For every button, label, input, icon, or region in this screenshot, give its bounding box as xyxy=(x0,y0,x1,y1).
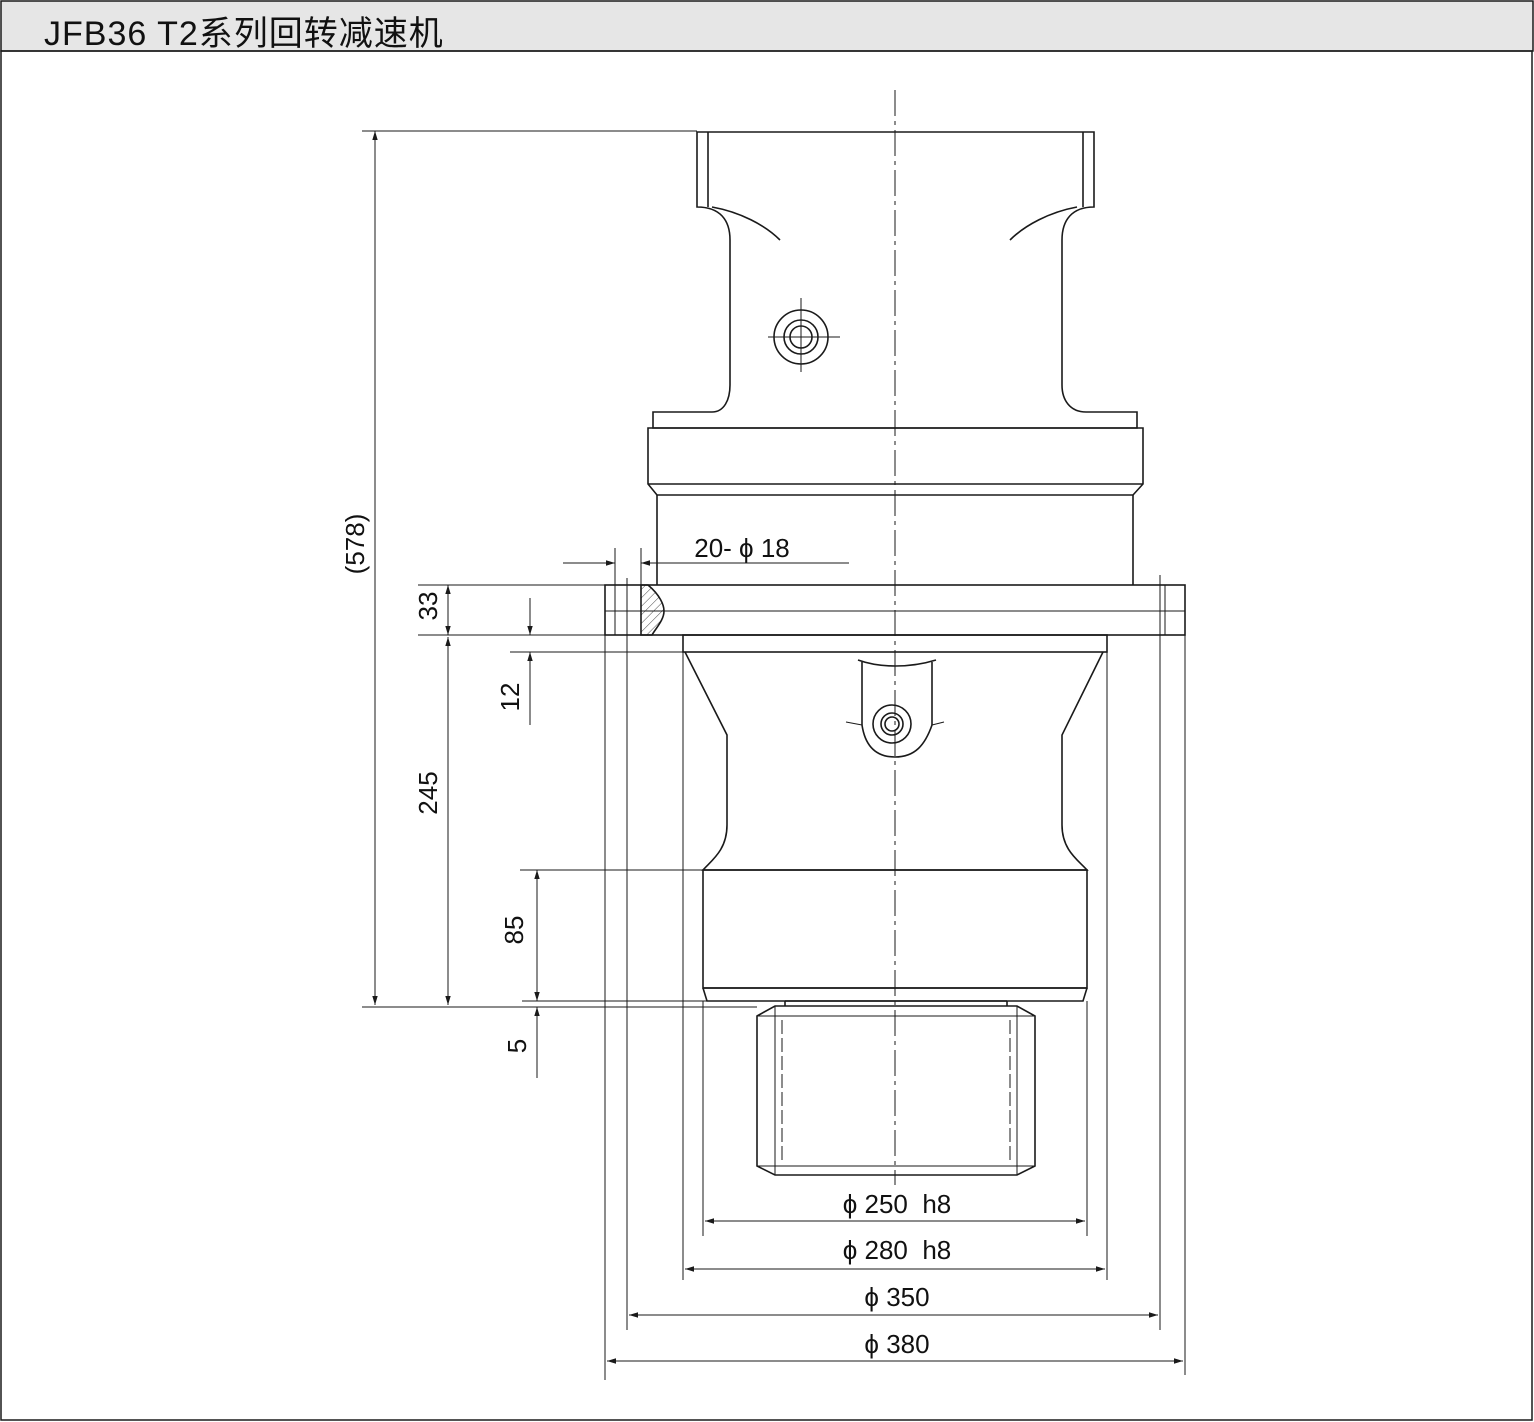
dim-lower-body-height: 245 xyxy=(413,771,443,814)
flange-section-hatch xyxy=(640,584,665,636)
dim-pinion-body-height: 85 xyxy=(499,916,529,945)
dim-overall-height: (578) xyxy=(340,514,370,575)
drawing-frame: (578) 33 12 245 85 5 20- ϕ 18 ϕ 250 h8 ϕ… xyxy=(0,0,1534,1421)
dim-pinion-gap: 5 xyxy=(502,1039,532,1053)
dim-dia-250: ϕ 250 h8 xyxy=(843,1189,952,1219)
dim-spigot-height: 12 xyxy=(495,683,525,712)
dim-bolt-holes: 20- ϕ 18 xyxy=(694,533,790,563)
lower-housing-outline xyxy=(684,651,1104,871)
drawing-border xyxy=(0,50,1533,1421)
oil-plug-upper-icon xyxy=(768,298,840,372)
dim-dia-380: ϕ 380 xyxy=(864,1329,929,1359)
dim-flange-thickness: 33 xyxy=(413,592,443,621)
gearbox-drawing xyxy=(604,90,1186,1185)
oil-plug-lower-icon xyxy=(872,704,912,744)
dim-dia-280: ϕ 280 h8 xyxy=(843,1235,952,1265)
pinion-gear xyxy=(756,1005,1036,1176)
dim-dia-350: ϕ 350 xyxy=(864,1282,929,1312)
page-title: JFB36 T2系列回转减速机 xyxy=(44,15,444,53)
